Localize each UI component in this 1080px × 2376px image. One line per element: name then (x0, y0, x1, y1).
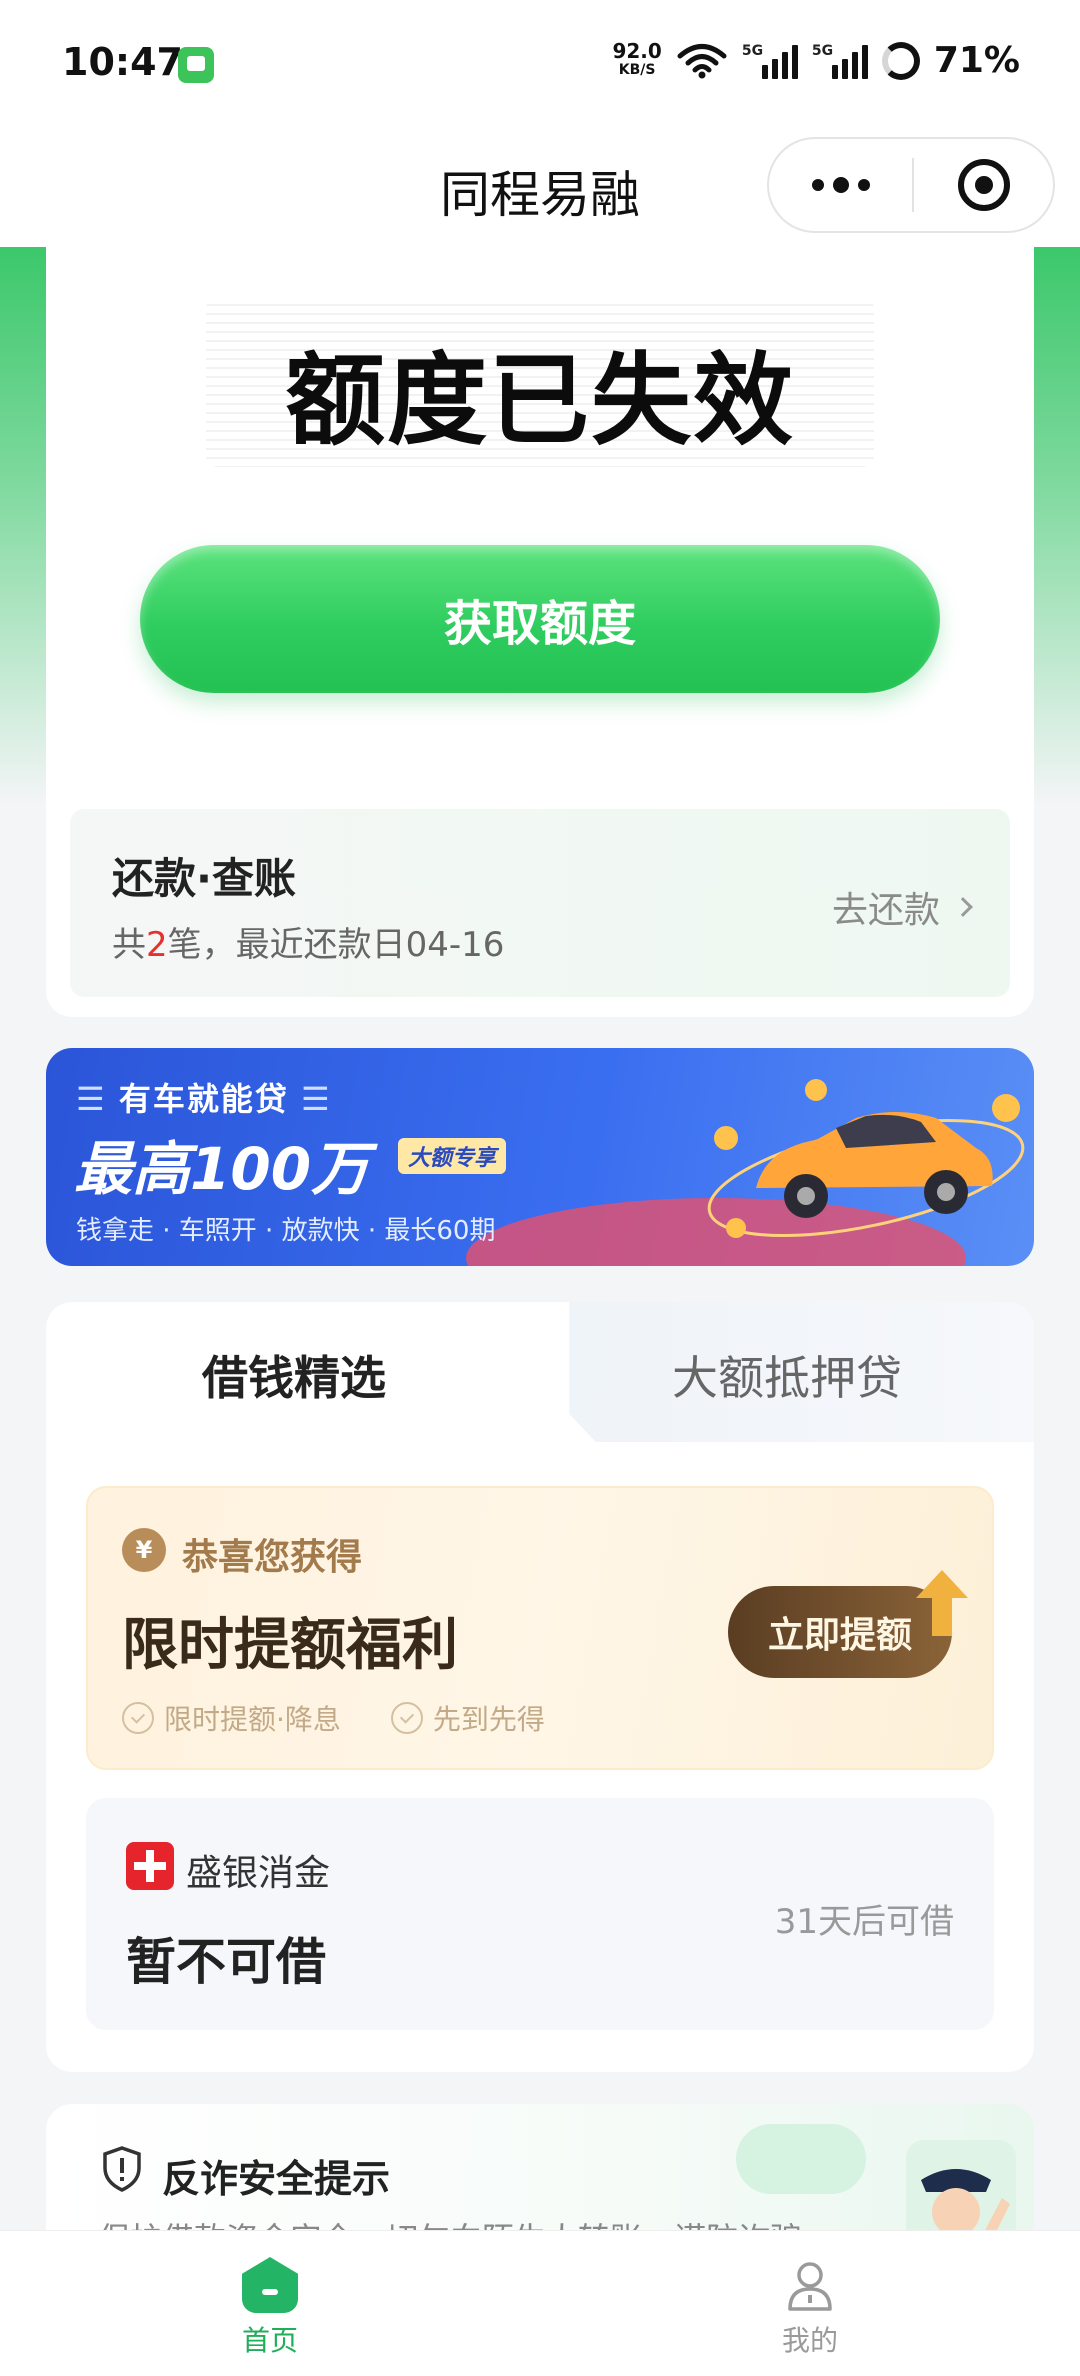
tabbar-label-home: 首页 (241, 2324, 298, 2357)
home-icon (242, 2257, 298, 2313)
shield-icon (103, 2146, 141, 2192)
promo-perks: 限时提额·降息 先到先得 (122, 1698, 545, 1738)
lender-card[interactable]: 盛银消金 暂不可借 31天后可借 (86, 1798, 994, 2030)
network-speed-value: 92.0 (612, 38, 662, 63)
battery-percent: 71% (933, 40, 1020, 81)
repay-summary: 共2笔，最近还款日04-16 (112, 917, 504, 966)
check-circle-icon (390, 1702, 423, 1734)
repay-summary-prefix: 共 (112, 925, 146, 965)
go-repay-label: 去还款 (831, 890, 940, 931)
bottom-tab-bar: 首页 我的 (0, 2230, 1080, 2376)
banner-tag: ☰ 有车就能贷 ☰ (76, 1080, 332, 1118)
promo-label: 恭喜您获得 (182, 1537, 363, 1578)
signal-label: 5G (741, 42, 764, 59)
lender-logo-icon (126, 1842, 174, 1890)
banner-badge: 大额专享 (398, 1138, 507, 1174)
tabbar-item-mine[interactable]: 我的 (750, 2257, 870, 2359)
perk-label: 先到先得 (432, 1703, 545, 1736)
go-repay-link[interactable]: 去还款 (831, 881, 973, 933)
promo-title: 限时提额福利 (122, 1613, 458, 1678)
wifi-icon (677, 43, 727, 78)
tab-mortgage-loan[interactable]: 大额抵押贷 (672, 1342, 902, 1408)
status-time: 10:47 (62, 40, 183, 84)
cell-signal-icon-2: 5G (812, 43, 868, 79)
tabbar-item-home[interactable]: 首页 (210, 2257, 330, 2359)
perk-item: 限时提额·降息 (122, 1698, 341, 1738)
tabbar-label-mine: 我的 (781, 2324, 838, 2357)
perk-label: 限时提额·降息 (164, 1703, 341, 1736)
battery-icon (881, 41, 920, 80)
perk-item: 先到先得 (390, 1698, 545, 1738)
car-loan-banner[interactable]: ☰ 有车就能贷 ☰ 最高100万 大额专享 钱拿走 · 车照开 · 放款快 · … (46, 1048, 1034, 1266)
repay-summary-suffix: 笔，最近还款日04-16 (167, 925, 505, 965)
network-speed: 92.0 KB/S (612, 38, 662, 80)
banner-headline: 最高100万 (74, 1135, 370, 1203)
up-arrow-icon (916, 1570, 968, 1636)
repay-count: 2 (146, 925, 168, 965)
status-bar: 10:47 92.0 KB/S 5G 5G 71% (0, 0, 1080, 125)
lender-status: 暂不可借 (126, 1933, 326, 1991)
network-speed-unit: KB/S (618, 61, 656, 78)
more-options-icon[interactable] (769, 177, 912, 193)
cell-signal-icon: 5G (742, 43, 798, 79)
banner-tag-text: 有车就能贷 (118, 1080, 289, 1118)
lender-name: 盛银消金 (186, 1853, 331, 1894)
repay-entry[interactable]: 还款·查账 共2笔，最近还款日04-16 去还款 (70, 809, 1010, 997)
check-circle-icon (122, 1702, 154, 1734)
alert-bubble-icon (736, 2124, 866, 2194)
user-icon (788, 2262, 832, 2311)
get-quota-button[interactable]: 获取额度 (140, 545, 940, 693)
nav-bar: 同程易融 (0, 125, 1080, 247)
signal-label-2: 5G (811, 42, 834, 59)
mini-program-capsule (767, 137, 1055, 233)
products-card: 借钱精选 大额抵押贷 ¥ 恭喜您获得 限时提额福利 限时提额·降息 先到先得 立… (46, 1302, 1034, 2072)
car-illustration (707, 1079, 1025, 1238)
promo-card[interactable]: ¥ 恭喜您获得 限时提额福利 限时提额·降息 先到先得 立即提额 (86, 1486, 994, 1770)
close-mini-program-icon[interactable] (914, 159, 1053, 211)
repay-title: 还款·查账 (112, 854, 296, 903)
message-app-icon (178, 47, 214, 83)
lender-note: 31天后可借 (774, 1902, 954, 1942)
coin-icon: ¥ (122, 1528, 166, 1572)
anti-fraud-title: 反诈安全提示 (162, 2157, 391, 2201)
banner-features: 钱拿走 · 车照开 · 放款快 · 最长60期 (76, 1216, 496, 1246)
quota-status: 额度已失效 (285, 342, 795, 459)
chevron-right-icon (953, 897, 973, 917)
status-icons: 92.0 KB/S 5G 5G 71% (612, 40, 1020, 81)
tab-loan-picks[interactable]: 借钱精选 (202, 1342, 386, 1408)
quota-card: 额度已失效 获取额度 还款·查账 共2笔，最近还款日04-16 去还款 (46, 247, 1034, 1017)
